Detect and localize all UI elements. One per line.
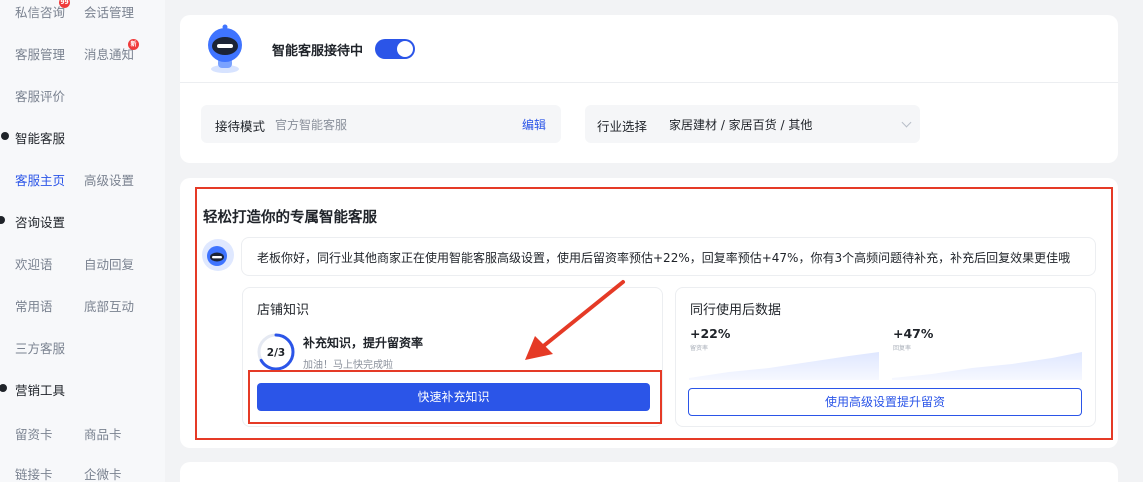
sidebar-item-common-phrases[interactable]: 常用语: [15, 296, 53, 315]
sidebar-item-advanced-settings[interactable]: 高级设置: [84, 170, 134, 189]
reception-mode-value: 官方智能客服: [275, 118, 348, 132]
industry-value: 家居建材 / 家居百货 / 其他: [669, 118, 813, 132]
sidebar-item-welcome[interactable]: 欢迎语: [15, 254, 53, 273]
robot-group-icon: [1, 132, 9, 140]
lead-rate-value: +22%: [690, 326, 731, 341]
reception-mode-label: 接待模式: [215, 119, 266, 134]
knowledge-tip-title: 补充知识，提升留资率: [303, 336, 424, 350]
use-advanced-settings-button[interactable]: 使用高级设置提升留资: [688, 388, 1082, 416]
sidebar-item-private-message[interactable]: 私信咨询: [15, 2, 65, 21]
sidebar-item-bottom-interaction[interactable]: 底部互动: [84, 296, 134, 315]
sidebar-group-marketing[interactable]: 营销工具: [15, 380, 65, 399]
progress-text: 2/3: [267, 347, 285, 359]
lead-rate-sparkline: [689, 352, 879, 380]
main-title: 轻松打造你的专属智能客服: [203, 210, 377, 226]
sidebar-item-agent-management[interactable]: 客服管理: [15, 44, 65, 63]
annotation-arrow-icon: [525, 280, 625, 360]
service-toggle[interactable]: [375, 39, 415, 59]
service-status-title: 智能客服接待中: [272, 44, 364, 59]
sidebar-item-notifications[interactable]: 消息通知: [84, 44, 134, 63]
marketing-group-icon: [0, 384, 7, 392]
sidebar: 私信咨询 99 会话管理 客服管理 消息通知 新 客服评价 智能客服 客服主页 …: [0, 0, 165, 482]
sidebar-group-consult-settings[interactable]: 咨询设置: [15, 212, 65, 231]
chevron-down-icon: [901, 117, 912, 128]
sidebar-item-agent-rating[interactable]: 客服评价: [15, 86, 65, 105]
peer-data-title: 同行使用后数据: [690, 303, 782, 318]
annotation-button-box: [248, 370, 662, 424]
unread-badge: 99: [59, 0, 70, 8]
new-badge: 新: [128, 39, 139, 50]
robot-avatar-icon: [208, 24, 242, 73]
sidebar-item-auto-reply[interactable]: 自动回复: [84, 254, 134, 273]
toggle-knob: [397, 41, 413, 57]
sidebar-group-smart-service[interactable]: 智能客服: [15, 128, 65, 147]
robot-mini-icon: [202, 239, 234, 271]
card-divider: [180, 82, 1118, 83]
industry-select[interactable]: 行业选择 家居建材 / 家居百货 / 其他: [585, 105, 920, 143]
reply-rate-value: +47%: [893, 326, 934, 341]
sidebar-item-product-card[interactable]: 商品卡: [84, 424, 122, 443]
sidebar-item-lead-card[interactable]: 留资卡: [15, 424, 53, 443]
knowledge-tip-subtitle: 加油！马上快完成啦: [303, 360, 393, 371]
next-card: [180, 462, 1118, 482]
sidebar-item-link-card[interactable]: 链接卡: [15, 464, 53, 482]
sidebar-item-session-management[interactable]: 会话管理: [84, 2, 134, 21]
sidebar-item-service-home[interactable]: 客服主页: [15, 170, 65, 189]
suggestion-message: 老板你好，同行业其他商家正在使用智能客服高级设置，使用后留资率预估+22%，回复…: [257, 251, 1071, 265]
consult-group-icon: [0, 216, 5, 224]
edit-link[interactable]: 编辑: [522, 116, 546, 133]
reception-mode-field: 接待模式 官方智能客服 编辑: [201, 105, 561, 143]
store-knowledge-title: 店铺知识: [257, 303, 310, 318]
sidebar-item-wecom-card[interactable]: 企微卡: [84, 464, 122, 482]
knowledge-progress-ring: 2/3: [257, 333, 295, 371]
sidebar-item-third-party[interactable]: 三方客服: [15, 338, 65, 357]
industry-label: 行业选择: [597, 119, 648, 134]
reply-rate-sparkline: [892, 352, 1082, 380]
